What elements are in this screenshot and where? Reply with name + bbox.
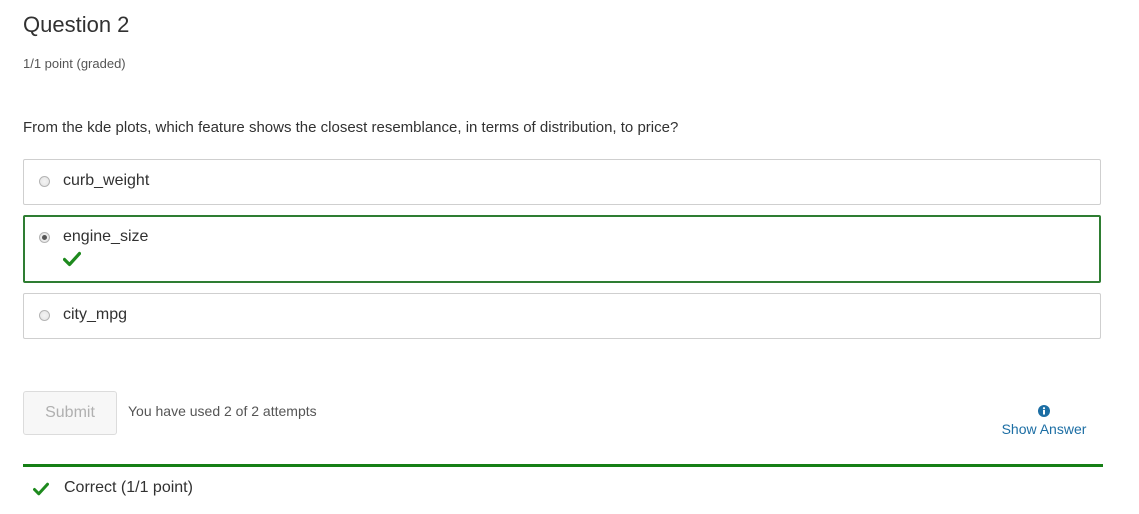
submit-button[interactable]: Submit <box>23 391 117 435</box>
problem-page: Question 2 1/1 point (graded) From the k… <box>0 0 1139 514</box>
choice-curb-weight[interactable]: curb_weight <box>23 159 1101 205</box>
choice-label: engine_size <box>63 228 149 245</box>
question-text: From the kde plots, which feature shows … <box>23 119 679 136</box>
feedback-divider <box>23 464 1103 467</box>
feedback-text: Correct (1/1 point) <box>64 479 193 496</box>
attempts-text: You have used 2 of 2 attempts <box>128 403 317 419</box>
radio-button[interactable] <box>39 176 50 187</box>
check-icon <box>63 251 81 267</box>
radio-button[interactable] <box>39 310 50 321</box>
question-points: 1/1 point (graded) <box>23 56 126 71</box>
question-title: Question 2 <box>23 12 130 37</box>
choice-label: curb_weight <box>63 172 150 189</box>
info-circle-icon <box>1038 405 1050 417</box>
choice-label: city_mpg <box>63 306 128 323</box>
choice-engine-size[interactable]: engine_size <box>23 215 1101 283</box>
show-answer-label: Show Answer <box>1001 421 1087 437</box>
choice-city-mpg[interactable]: city_mpg <box>23 293 1101 339</box>
radio-button-selected[interactable] <box>39 232 50 243</box>
check-icon <box>33 482 49 496</box>
show-answer-button[interactable]: Show Answer <box>990 405 1098 437</box>
